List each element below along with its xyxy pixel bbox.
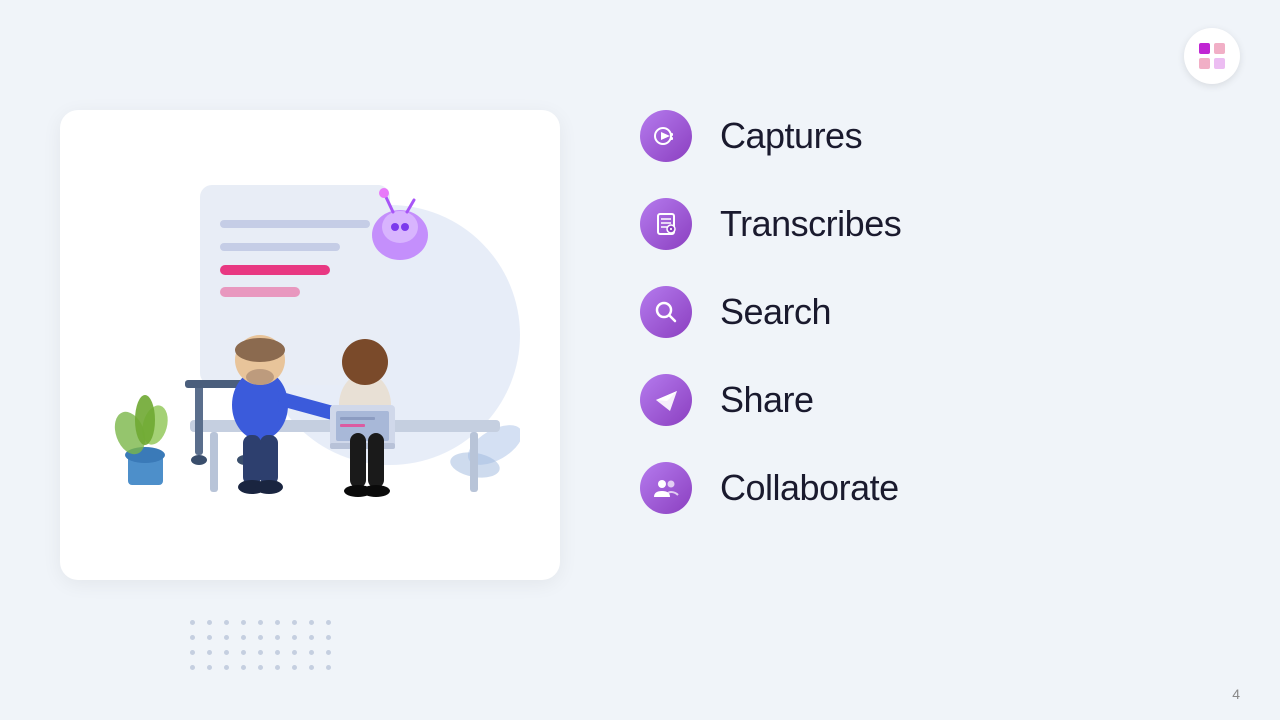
search-icon-circle	[640, 286, 692, 338]
people-icon	[653, 475, 679, 501]
collaborate-label: Collaborate	[720, 467, 899, 509]
scene-illustration	[100, 165, 520, 525]
share-label: Share	[720, 379, 814, 421]
transcribes-icon-circle	[640, 198, 692, 250]
illustration-panel	[60, 110, 560, 580]
video-icon	[653, 123, 679, 149]
document-icon	[653, 211, 679, 237]
logo-circle	[1184, 28, 1240, 84]
collaborate-icon-circle	[640, 462, 692, 514]
search-label: Search	[720, 291, 831, 333]
feature-list: Captures Transcribes Search	[640, 110, 901, 514]
share-icon-circle	[640, 374, 692, 426]
tldv-logo-icon	[1197, 41, 1227, 71]
dot-pattern	[190, 620, 331, 680]
feature-item-collaborate: Collaborate	[640, 462, 901, 514]
share-icon	[653, 387, 679, 413]
captures-label: Captures	[720, 115, 862, 157]
transcribes-label: Transcribes	[720, 203, 901, 245]
captures-icon-circle	[640, 110, 692, 162]
page-number: 4	[1232, 686, 1240, 702]
search-icon	[653, 299, 679, 325]
feature-item-captures: Captures	[640, 110, 901, 162]
feature-item-share: Share	[640, 374, 901, 426]
feature-item-transcribes: Transcribes	[640, 198, 901, 250]
feature-item-search: Search	[640, 286, 901, 338]
